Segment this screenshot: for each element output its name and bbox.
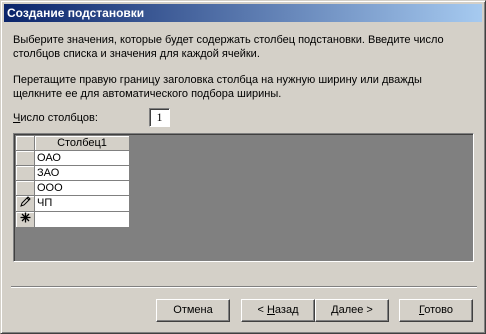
- column-header-1[interactable]: Столбец1: [34, 135, 130, 151]
- grid-cell[interactable]: ЗАО: [34, 165, 130, 181]
- columns-count-input[interactable]: 1: [149, 108, 170, 127]
- values-table: Столбец1 ОАО ЗАО ООО ЧП: [15, 135, 130, 228]
- table-row: ЗАО: [15, 165, 130, 181]
- table-row-new: [15, 211, 130, 228]
- button-label: алее >: [338, 304, 373, 316]
- new-row-icon: [20, 212, 30, 223]
- label-text: исло столбцов:: [20, 112, 98, 124]
- row-selector[interactable]: [15, 165, 35, 181]
- instructions-line: Перетащите правую границу заголовка стол…: [13, 74, 422, 86]
- grid-cell-new[interactable]: [34, 211, 130, 228]
- instructions-line: столбцов списка и значения для каждой яч…: [13, 48, 260, 60]
- accelerator-key: Н: [266, 304, 275, 316]
- footer-separator: [11, 286, 477, 288]
- row-selector[interactable]: [15, 211, 35, 228]
- header-row: Столбец1: [15, 135, 130, 151]
- instructions-line: щелкните ее для автоматического подбора …: [13, 88, 282, 100]
- finish-button[interactable]: Готово: [399, 299, 473, 322]
- pencil-icon: [19, 196, 31, 207]
- row-selector[interactable]: [15, 150, 35, 166]
- columns-count-label: Число столбцов:: [13, 111, 98, 125]
- table-row: ЧП: [15, 195, 130, 212]
- lookup-wizard-dialog: Создание подстановки Выберите значения, …: [0, 0, 486, 334]
- back-button[interactable]: < Назад: [241, 299, 315, 322]
- table-row: ОАО: [15, 150, 130, 166]
- lookup-values-grid[interactable]: Столбец1 ОАО ЗАО ООО ЧП: [13, 133, 474, 262]
- cancel-button[interactable]: Отмена: [156, 299, 230, 322]
- grid-cell[interactable]: ЧП: [34, 195, 130, 212]
- instructions-line: Выберите значения, которые будет содержа…: [13, 34, 444, 46]
- instructions-paragraph-2: Перетащите правую границу заголовка стол…: [13, 73, 473, 101]
- grid-cell[interactable]: ОАО: [34, 150, 130, 166]
- table-row: ООО: [15, 180, 130, 196]
- row-selector[interactable]: [15, 180, 35, 196]
- button-label: азад: [274, 304, 299, 316]
- next-button[interactable]: Далее >: [315, 299, 389, 322]
- instructions-paragraph-1: Выберите значения, которые будет содержа…: [13, 33, 473, 61]
- dialog-title: Создание подстановки: [4, 4, 482, 22]
- select-all-corner[interactable]: [15, 135, 35, 151]
- accelerator-key: Д: [331, 304, 339, 316]
- button-prefix: <: [257, 304, 267, 316]
- grid-cell[interactable]: ООО: [34, 180, 130, 196]
- row-selector[interactable]: [15, 195, 35, 212]
- button-label: отово: [424, 304, 453, 316]
